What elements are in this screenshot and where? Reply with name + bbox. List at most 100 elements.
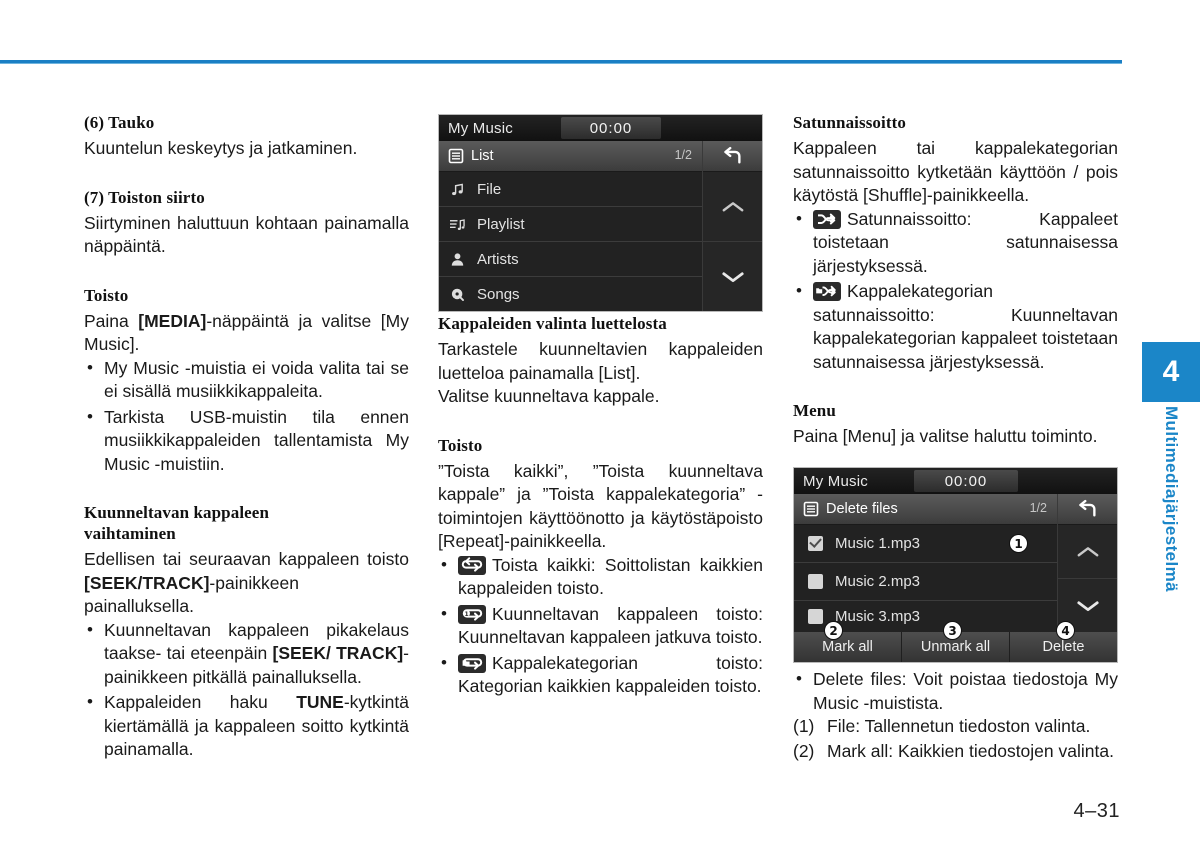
paragraph-valinta-1: Tarkastele kuunneltavien kappaleiden lue…: [438, 339, 763, 383]
heading-menu: Menu: [793, 401, 836, 420]
checkbox-music-2[interactable]: [808, 574, 823, 589]
bullet-text: Kappalekategorian toisto: Kategorian kai…: [458, 652, 763, 697]
item-number: (2): [793, 740, 815, 761]
hu-source-label: My Music: [448, 119, 513, 137]
hu-right-pane: [702, 141, 762, 311]
manual-page: (6) Tauko Kuuntelun keskeytys ja jatkami…: [0, 0, 1200, 845]
heading-toisto-2: Toisto: [438, 435, 483, 455]
heading-toisto: Toisto: [84, 285, 129, 305]
heading-tauko: (6) Tauko: [84, 113, 155, 132]
list-item: Delete files: Voit poistaa tiedostoja My…: [793, 667, 1118, 715]
table-row[interactable]: Music 2.mp3: [794, 563, 1057, 601]
paragraph-toisto-2: ”Toista kaikki”, ”Toista kuunneltava kap…: [438, 460, 763, 552]
back-arrow-icon[interactable]: [1058, 494, 1117, 525]
list-item: Kappaleiden haku TUNE-kytkintä kiertämäl…: [84, 690, 409, 762]
list-item-file[interactable]: File: [439, 172, 702, 207]
repeat-folder-icon: [458, 653, 486, 673]
delete-button[interactable]: 4 Delete: [1010, 621, 1117, 662]
list-item-label: Songs: [477, 285, 520, 303]
screenshot-delete-files: My Music 00:00 Delete files 1/2 Music 1.…: [793, 467, 1118, 663]
hu-page-indicator: 1/2: [674, 148, 692, 162]
heading-kuunneltavan-kappaleen-vaihtaminen: Kuunneltavan kappaleen vaihtaminen: [84, 502, 409, 544]
toisto-bold: [MEDIA]: [138, 310, 207, 331]
column-right-top: Satunnaissoitto Kappaleen tai kappalekat…: [793, 112, 1118, 449]
shuffle-icon: [813, 209, 841, 229]
hu-list-header[interactable]: List 1/2: [439, 141, 702, 172]
list-item-playlist[interactable]: Playlist: [439, 207, 702, 242]
delete-label: Delete: [1042, 639, 1085, 655]
list-item-artists[interactable]: Artists: [439, 242, 702, 277]
back-arrow-icon[interactable]: [703, 141, 762, 172]
hu-body: List 1/2 File Playlist Artists Songs: [439, 141, 762, 311]
mark-all-label: Mark all: [822, 639, 873, 655]
paragraph-toiston-siirto: Siirtyminen haluttuun kohtaan painamalla…: [84, 212, 409, 257]
toisto-pre: Paina: [84, 310, 139, 331]
screenshot-my-music-list: My Music 00:00 List 1/2 File Playlist Ar…: [438, 114, 763, 312]
page-number: 4–31: [1073, 800, 1120, 822]
list-item: 1 Kuunneltavan kappaleen toisto: Kuunnel…: [438, 602, 763, 650]
hu-title-bar: My Music 00:00: [794, 468, 1117, 494]
paragraph-valinta-2: Valitse kuunneltava kappale.: [438, 386, 660, 406]
hu-footer-buttons: 2 Mark all 3 Unmark all 4 Delete: [794, 621, 1117, 662]
list-item: Kuunneltavan kappaleen pikakelaus taakse…: [84, 618, 409, 690]
heading-kappaleiden-valinta: Kappaleiden valinta luettelosta: [438, 314, 667, 333]
hu-left-pane: List 1/2 File Playlist Artists Songs: [439, 141, 702, 311]
unmark-all-label: Unmark all: [920, 639, 991, 655]
item-number: (1): [793, 716, 815, 736]
callout-marker-4: 4: [1056, 621, 1075, 640]
toisto-bullets: My Music -muistia ei voida valita tai se…: [84, 356, 409, 477]
list-item-label: Artists: [477, 250, 519, 268]
chevron-down-icon[interactable]: [703, 241, 762, 311]
table-row[interactable]: Music 1.mp3 1: [794, 525, 1057, 563]
callout-marker-3: 3: [943, 621, 962, 640]
bullet-text: Kuunneltavan kappaleen toisto: Kuunnelta…: [458, 603, 763, 648]
paragraph-satunnaissoitto: Kappaleen tai kappalekategorian satunnai…: [793, 138, 1118, 205]
shuffle-bullets: Satunnaissoitto: Kappaleet toistetaan sa…: [793, 207, 1118, 375]
disc-icon: [439, 287, 475, 302]
bullet1-bold: [SEEK/ TRACK]: [272, 643, 404, 663]
paragraph-tauko: Kuuntelun keskeytys ja jatkaminen.: [84, 138, 358, 158]
checkbox-music-1[interactable]: [808, 536, 823, 551]
hu-right-pane: [1057, 494, 1117, 632]
hu-title-bar: My Music 00:00: [439, 115, 762, 141]
heading-line-2: vaihtaminen: [84, 524, 176, 543]
repeat-one-icon: 1: [458, 604, 486, 624]
checkbox-music-3[interactable]: [808, 609, 823, 624]
list-item-songs[interactable]: Songs: [439, 277, 702, 311]
mark-all-button[interactable]: 2 Mark all: [794, 621, 902, 662]
unmark-all-button[interactable]: 3 Unmark all: [902, 621, 1010, 662]
chevron-up-icon[interactable]: [1058, 525, 1117, 578]
hu-source-label: My Music: [803, 472, 868, 490]
file-name-label: Music 1.mp3: [835, 535, 921, 552]
list-item: Tarkista USB-muistin tila ennen musiikki…: [84, 405, 409, 477]
column-middle: Kappaleiden valinta luettelosta Tarkaste…: [438, 313, 763, 699]
list-item: (2) Mark all: Kaikkien tiedostojen valint…: [793, 740, 1118, 764]
heading-toiston-siirto: (7) Toiston siirto: [84, 187, 205, 207]
chevron-up-icon[interactable]: [703, 172, 762, 241]
music-note-icon: [439, 182, 475, 197]
person-icon: [439, 252, 475, 267]
hu-time-display: 00:00: [914, 470, 1018, 492]
file-name-label: Music 2.mp3: [835, 573, 921, 590]
chapter-label: Multimediajärjestelmä: [1142, 406, 1200, 616]
playlist-icon: [439, 217, 475, 232]
chapter-number-tab: 4: [1142, 342, 1200, 402]
bullet-text: Toista kaikki: Soittolistan kaikkien kap…: [458, 554, 763, 599]
item-text: Mark all: Kaikkien tiedostojen valinta.: [827, 740, 1114, 761]
hu-delete-header[interactable]: Delete files 1/2: [794, 494, 1057, 525]
bullet-text: Kappalekategorian satunnaissoitto: Kuunn…: [813, 281, 1118, 372]
header-rule: [0, 60, 1122, 64]
hu-left-pane: Delete files 1/2 Music 1.mp3 1 Music 2.m…: [794, 494, 1057, 632]
list-item: Kappalekategorian toisto: Kategorian kai…: [438, 651, 763, 699]
list-item-label: File: [477, 180, 502, 198]
bullet2-pre: Kappaleiden haku: [104, 692, 297, 712]
column-left: (6) Tauko Kuuntelun keskeytys ja jatkami…: [84, 112, 409, 762]
heading-line-1: Kuunneltavan kappaleen: [84, 503, 270, 522]
chapter-label-text: Multimediajärjestelmä: [1162, 406, 1181, 593]
repeat-bullets: Toista kaikki: Soittolistan kaikkien kap…: [438, 553, 763, 699]
vaihto-bold: [SEEK/TRACK]: [84, 572, 210, 593]
bullet2-bold: TUNE: [296, 692, 344, 712]
svg-text:1: 1: [465, 611, 469, 618]
list-icon: [448, 148, 464, 168]
list-item: Kappalekategorian satunnaissoitto: Kuunn…: [793, 279, 1118, 374]
